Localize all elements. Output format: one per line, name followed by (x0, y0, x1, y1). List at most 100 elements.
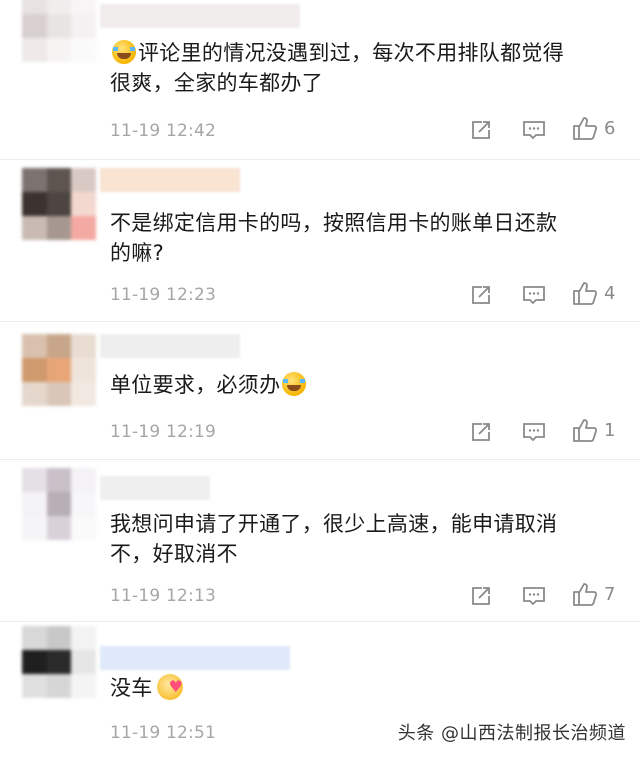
comment-text: 我想问申请了开通了，很少上高速，能申请取消 不，好取消不 (110, 512, 558, 566)
avatar-pixel (22, 192, 47, 216)
comment-icon (523, 587, 545, 606)
avatar-pixel (71, 168, 96, 192)
avatar-pixel (71, 358, 96, 382)
comment-text: 没车 (110, 672, 630, 703)
reply-button[interactable] (522, 583, 546, 609)
username-blurred[interactable] (100, 334, 240, 358)
avatar-pixel (22, 626, 47, 650)
thumbs-up-icon (573, 583, 598, 606)
username-blurred[interactable] (100, 4, 300, 28)
avatar-pixel (71, 38, 96, 62)
laughing-tears-emoji-icon (282, 372, 307, 396)
comment-icon (523, 286, 545, 305)
avatar-pixel (46, 334, 72, 358)
avatar-pixel (46, 0, 72, 14)
share-button[interactable] (470, 282, 492, 308)
comment-time: 11-19 12:23 (110, 285, 216, 305)
avatar-pixel (71, 468, 96, 492)
avatar-pixel (46, 626, 72, 650)
avatar-pixel (46, 492, 72, 516)
avatar[interactable] (22, 0, 96, 62)
avatar-pixel (46, 650, 72, 674)
avatar-pixel (71, 382, 96, 406)
share-icon (472, 121, 490, 139)
avatar-pixel (22, 334, 47, 358)
username-blurred[interactable] (100, 168, 240, 192)
avatar-pixel (46, 192, 72, 216)
comment-time: 11-19 12:51 (110, 723, 216, 743)
avatar-pixel (46, 358, 72, 382)
avatar-pixel (22, 38, 47, 62)
avatar[interactable] (22, 334, 96, 406)
comment-icon (523, 121, 545, 140)
avatar-pixel (22, 492, 47, 516)
share-button[interactable] (470, 583, 492, 609)
like-button[interactable]: 4 (572, 280, 615, 306)
avatar-pixel (71, 650, 96, 674)
share-icon (472, 286, 490, 304)
share-icon (472, 423, 490, 441)
avatar-pixel (22, 468, 47, 492)
reply-button[interactable] (522, 282, 546, 308)
username-blurred[interactable] (100, 646, 290, 670)
avatar-pixel (22, 516, 47, 540)
thumbs-up-icon (573, 282, 598, 305)
avatar[interactable] (22, 168, 96, 240)
reply-button[interactable] (522, 419, 546, 445)
avatar-pixel (46, 674, 72, 698)
avatar-pixel (71, 492, 96, 516)
avatar-pixel (71, 14, 96, 38)
laughing-tears-emoji-icon (112, 40, 136, 64)
avatar-pixel (71, 516, 96, 540)
avatar-pixel (22, 650, 47, 674)
comment-icon (523, 423, 545, 442)
like-button[interactable]: 7 (572, 581, 615, 607)
avatar-pixel (22, 674, 47, 698)
avatar-pixel (22, 216, 47, 240)
avatar[interactable] (22, 626, 96, 698)
comment-text: 评论里的情况没遇到过，每次不用排队都觉得 很爽，全家的车都办了 (110, 40, 564, 95)
avatar-pixel (46, 38, 72, 62)
comment-item: 单位要求，必须办 11-19 12:19 1 (0, 322, 640, 460)
avatar-pixel (22, 382, 47, 406)
comment-item: 评论里的情况没遇到过，每次不用排队都觉得 很爽，全家的车都办了 11-19 12… (0, 0, 640, 160)
comment-time: 11-19 12:19 (110, 422, 216, 442)
watermark: 头条 @山西法制报长治频道 (397, 723, 626, 744)
avatar-pixel (46, 216, 72, 240)
avatar-pixel (46, 382, 72, 406)
avatar-pixel (22, 168, 47, 192)
avatar-pixel (46, 14, 72, 38)
comment-item: 我想问申请了开通了，很少上高速，能申请取消 不，好取消不 11-19 12:13… (0, 460, 640, 622)
like-count: 1 (604, 419, 616, 441)
avatar-pixel (71, 216, 96, 240)
comment-text: 不是绑定信用卡的吗，按照信用卡的账单日还款 的嘛? (110, 211, 558, 265)
comment-text: 单位要求，必须办 (110, 370, 630, 400)
like-count: 6 (604, 117, 616, 139)
avatar-pixel (22, 358, 47, 382)
like-button[interactable]: 1 (572, 417, 615, 443)
avatar-pixel (46, 516, 72, 540)
username-blurred[interactable] (100, 476, 210, 500)
avatar-pixel (46, 468, 72, 492)
heart-face-emoji-icon (156, 672, 183, 702)
avatar-pixel (22, 0, 47, 14)
avatar-pixel (71, 674, 96, 698)
comment-item: 不是绑定信用卡的吗，按照信用卡的账单日还款 的嘛? 11-19 12:23 4 (0, 160, 640, 322)
share-button[interactable] (470, 419, 492, 445)
avatar-pixel (71, 334, 96, 358)
avatar-pixel (71, 626, 96, 650)
comment-time: 11-19 12:42 (110, 121, 216, 141)
like-count: 7 (604, 583, 616, 605)
reply-button[interactable] (522, 117, 546, 143)
avatar-pixel (71, 192, 96, 216)
avatar[interactable] (22, 468, 96, 540)
share-icon (472, 587, 490, 605)
thumbs-up-icon (573, 117, 598, 140)
like-button[interactable]: 6 (572, 115, 615, 141)
thumbs-up-icon (573, 419, 598, 442)
avatar-pixel (71, 0, 96, 14)
share-button[interactable] (470, 117, 492, 143)
comment-time: 11-19 12:13 (110, 586, 216, 606)
like-count: 4 (604, 282, 616, 304)
avatar-pixel (46, 168, 72, 192)
